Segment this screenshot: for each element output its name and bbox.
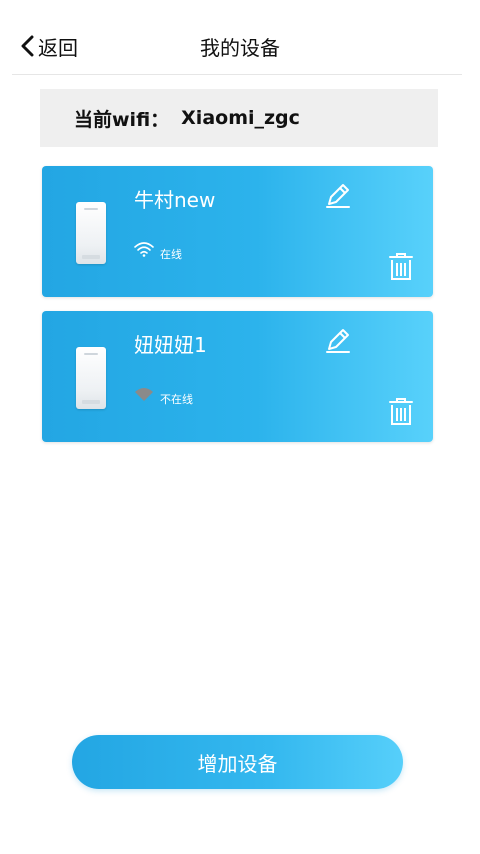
wifi-online-icon <box>134 241 154 261</box>
device-name: 牛村new <box>134 188 216 212</box>
wifi-offline-icon <box>134 386 154 406</box>
pencil-icon <box>324 184 352 214</box>
delete-device-button[interactable] <box>388 397 414 427</box>
my-devices-screen: 返回 我的设备 当前wifi： Xiaomi_zgc 牛村new 在线 妞妞妞1… <box>0 0 480 854</box>
device-card[interactable]: 妞妞妞1 不在线 <box>42 311 433 442</box>
trash-icon <box>388 253 414 286</box>
status-label: 在线 <box>160 248 182 261</box>
edit-name-button[interactable] <box>324 182 352 210</box>
header: 返回 我的设备 <box>0 18 480 74</box>
pencil-icon <box>324 329 352 359</box>
device-card[interactable]: 牛村new 在线 <box>42 166 433 297</box>
delete-device-button[interactable] <box>388 252 414 282</box>
device-status: 在线 <box>134 240 182 262</box>
wifi-label: 当前wifi： <box>74 108 170 131</box>
header-divider <box>12 74 462 75</box>
status-label: 不在线 <box>160 393 193 406</box>
current-wifi-bar: 当前wifi： Xiaomi_zgc <box>40 89 438 147</box>
device-name: 妞妞妞1 <box>134 333 207 357</box>
device-status: 不在线 <box>134 385 193 407</box>
trash-icon <box>388 398 414 431</box>
router-device-icon <box>76 202 106 264</box>
page-title: 我的设备 <box>200 36 280 60</box>
router-device-icon <box>76 347 106 409</box>
wifi-ssid: Xiaomi_zgc <box>181 107 300 129</box>
edit-name-button[interactable] <box>324 327 352 355</box>
add-device-button[interactable]: 增加设备 <box>72 735 403 789</box>
